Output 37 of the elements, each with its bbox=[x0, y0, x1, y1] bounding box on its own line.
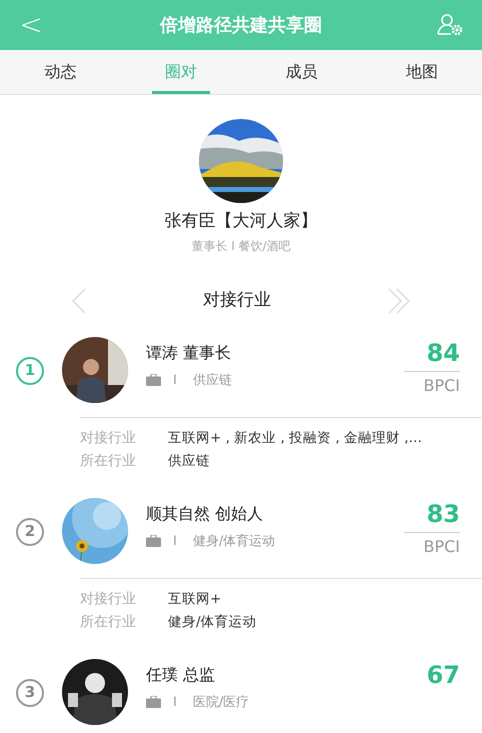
briefcase-icon bbox=[146, 696, 161, 708]
rank-badge: 2 bbox=[16, 518, 44, 546]
detail-label: 所在行业 bbox=[80, 452, 137, 470]
member-industry: 健身/体育运动 bbox=[192, 532, 276, 550]
score-label: BPCI bbox=[423, 374, 460, 396]
detail-value: 供应链 bbox=[168, 452, 210, 470]
score-label: BPCI bbox=[423, 536, 460, 558]
member-industry: 医院/医疗 bbox=[192, 694, 250, 712]
member-name: 顺其自然 创始人 bbox=[146, 502, 264, 524]
window-title: 倍增路径共建共享圈 bbox=[160, 14, 322, 38]
detail-value: 互联网+ , 新农业 , 投融资 , 金融理财 ,… bbox=[168, 428, 422, 448]
chevron-left-icon[interactable] bbox=[70, 286, 88, 314]
separator-mark: I bbox=[173, 372, 177, 390]
tab[interactable]: 地图 bbox=[362, 50, 482, 94]
section-title: 对接行业 bbox=[203, 288, 271, 312]
score-value: 84 bbox=[426, 338, 460, 368]
profile-name: 张有臣【大河人家】 bbox=[164, 210, 318, 233]
detail-label: 所在行业 bbox=[80, 612, 137, 632]
detail-label: 对接行业 bbox=[80, 428, 137, 448]
profile-subtitle: 董事长 I 餐饮/酒吧 bbox=[191, 238, 291, 254]
member-industry: 供应链 bbox=[192, 372, 232, 390]
detail-value: 互联网+ bbox=[168, 590, 222, 608]
score-value: 83 bbox=[426, 498, 460, 530]
detail-value: 健身/体育运动 bbox=[168, 612, 257, 632]
double-chevron-right-icon[interactable] bbox=[386, 286, 412, 314]
tab[interactable]: 动态 bbox=[0, 50, 120, 94]
separator-mark: I bbox=[173, 694, 177, 712]
tab[interactable]: 成员 bbox=[241, 50, 362, 94]
detail-label: 对接行业 bbox=[80, 590, 137, 608]
separator-mark: I bbox=[173, 532, 177, 550]
member-name: 谭涛 董事长 bbox=[146, 342, 232, 364]
briefcase-icon bbox=[146, 374, 161, 386]
score-value: 67 bbox=[426, 660, 460, 690]
rank-badge: 3 bbox=[16, 678, 44, 706]
briefcase-icon bbox=[146, 535, 161, 548]
rank-badge: 1 bbox=[16, 356, 44, 384]
member-name: 任璞 总监 bbox=[146, 664, 216, 686]
